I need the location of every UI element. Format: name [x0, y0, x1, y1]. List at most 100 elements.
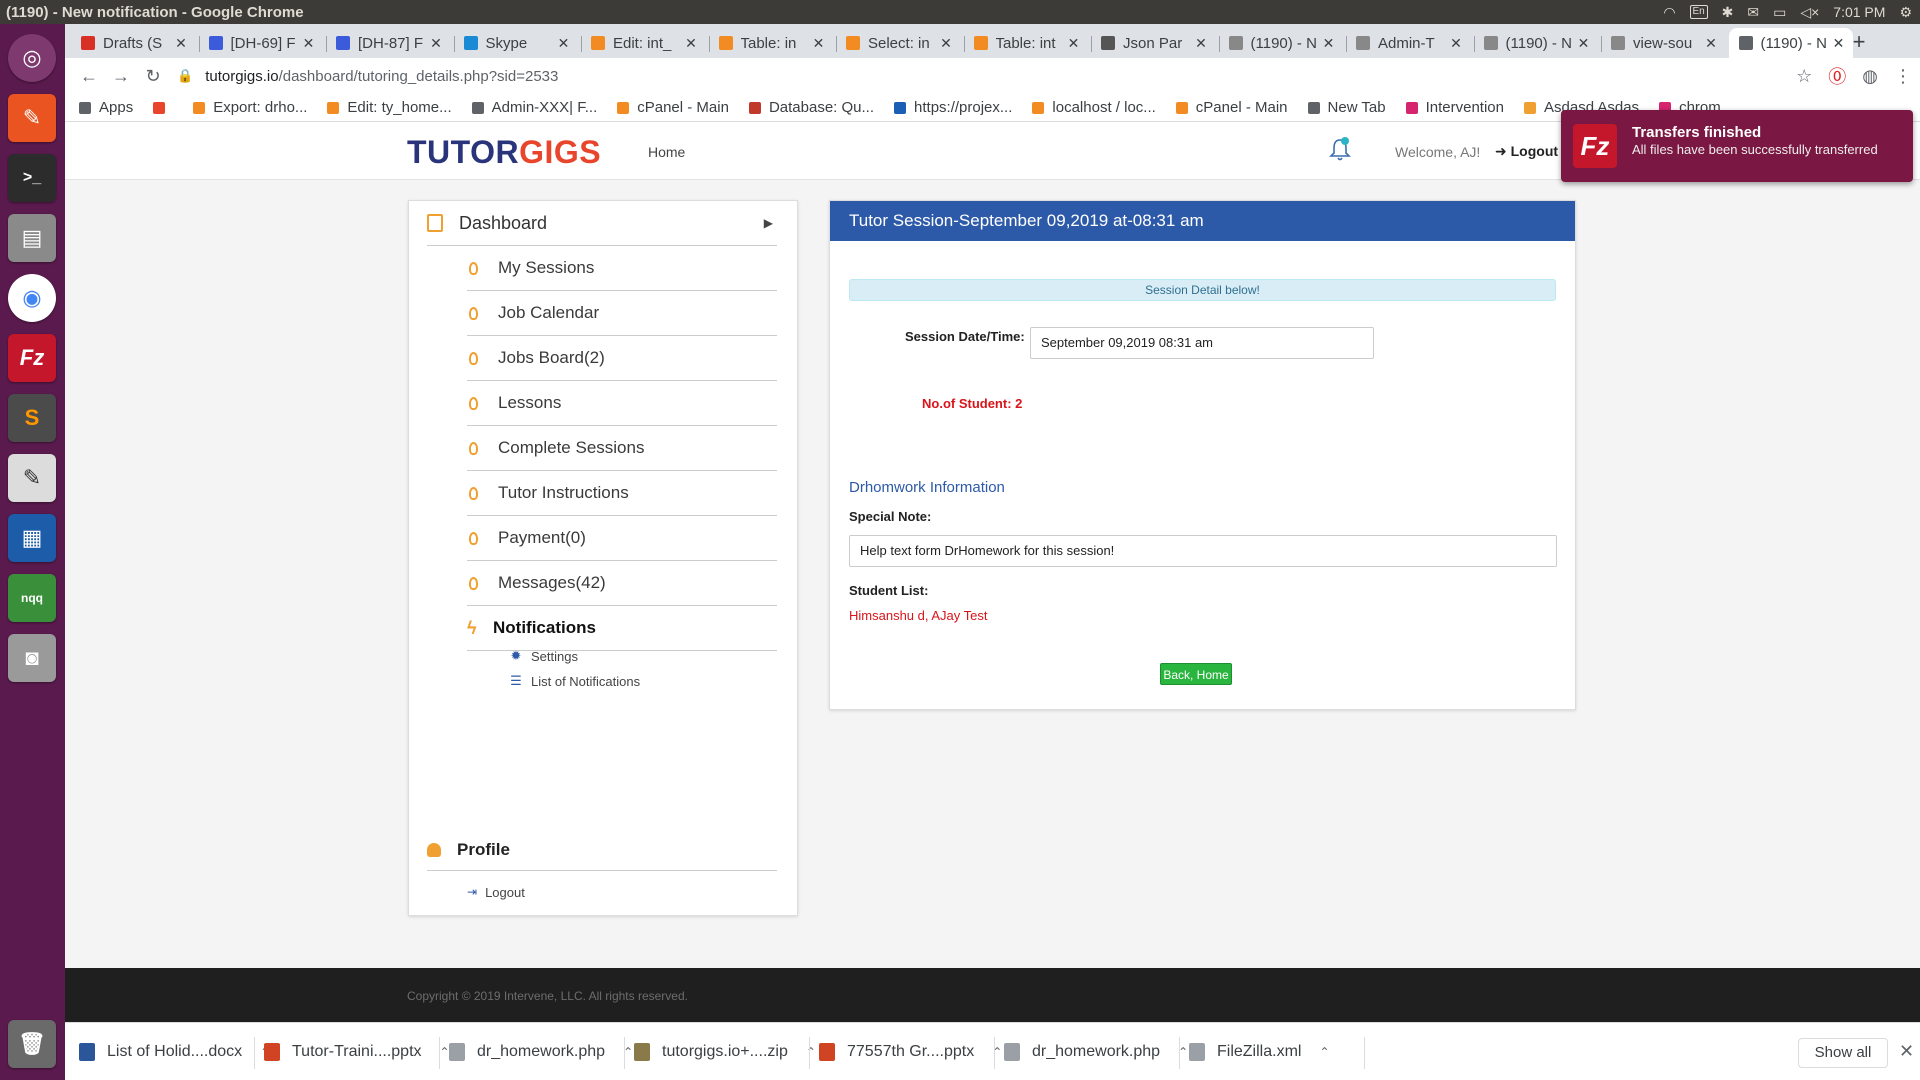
bookmark-4[interactable]: Admin-XXX| F... [471, 99, 597, 116]
tab-close-icon[interactable]: ✕ [811, 35, 827, 52]
sidebar-item-lessons[interactable]: Lessons [467, 381, 777, 426]
sidebar-item-tutor-instructions[interactable]: Tutor Instructions [467, 471, 777, 516]
session-datetime-field[interactable]: September 09,2019 08:31 am [1030, 327, 1374, 359]
tab-close-icon[interactable]: ✕ [1193, 35, 1209, 52]
bookmark-star-icon[interactable]: ☆ [1796, 66, 1812, 87]
tab-close-icon[interactable]: ✕ [1321, 35, 1337, 52]
download-item-3[interactable]: tutorgigs.io+....zip ⌃ [634, 1037, 816, 1067]
files-icon[interactable]: ▤ [8, 214, 56, 262]
keyboard-layout-indicator[interactable]: En [1689, 5, 1708, 19]
sidebar-subitem-settings[interactable]: ✹ Settings [509, 644, 578, 668]
header-logout-link[interactable]: ➜ Logout [1495, 143, 1558, 160]
special-note-field[interactable]: Help text form DrHomework for this sessi… [849, 535, 1557, 567]
sidebar-item-messages-42[interactable]: Messages(42) [467, 561, 777, 606]
wifi-icon[interactable]: ◠ [1663, 4, 1675, 21]
reload-button[interactable]: ↻ [137, 60, 169, 92]
tab-close-icon[interactable]: ✕ [556, 35, 572, 52]
terminal-icon[interactable]: >_ [8, 154, 56, 202]
screenshot-icon[interactable]: ◙ [8, 634, 56, 682]
notification-bell-icon[interactable] [1328, 136, 1352, 162]
show-all-button[interactable]: Show all [1798, 1038, 1888, 1068]
tab-5[interactable]: Table: in ✕ [709, 28, 833, 58]
trash-icon[interactable]: 🗑 [8, 1020, 56, 1068]
tab-8[interactable]: Json Par ✕ [1091, 28, 1215, 58]
sidebar-subitem-list-of-notifications[interactable]: ☰ List of Notifications [509, 669, 640, 693]
chevron-up-icon[interactable]: ⌃ [806, 1045, 816, 1059]
sidebar-logout-link[interactable]: ⇥ Logout [467, 881, 525, 903]
nav-home-link[interactable]: Home [648, 144, 685, 160]
bookmark-6[interactable]: Database: Qu... [748, 99, 874, 116]
sidebar-dashboard[interactable]: Dashboard ▶ [427, 201, 777, 246]
filezilla-icon[interactable]: Fz [8, 334, 56, 382]
writer-icon[interactable]: ▦ [8, 514, 56, 562]
tab-10[interactable]: Admin-T ✕ [1346, 28, 1470, 58]
new-tab-button[interactable]: + [1845, 28, 1873, 56]
address-bar[interactable]: 🔒 tutorgigs.io /dashboard/tutoring_detai… [177, 58, 558, 94]
bookmark-0[interactable]: Apps [79, 99, 133, 116]
settings-gear-icon[interactable]: ⚙ [1899, 4, 1912, 21]
bookmark-2[interactable]: Export: drho... [193, 99, 307, 116]
menu-icon[interactable]: ⋮ [1894, 66, 1912, 87]
tab-0[interactable]: Drafts (S ✕ [71, 28, 195, 58]
tab-13[interactable]: (1190) - N ✕ [1728, 28, 1853, 58]
download-item-6[interactable]: FileZilla.xml ⌃ [1189, 1037, 1330, 1067]
filezilla-notification[interactable]: Fz Transfers finished All files have bee… [1561, 110, 1913, 182]
download-item-4[interactable]: 77557th Gr....pptx ⌃ [819, 1037, 1002, 1067]
calc-app-icon[interactable]: nqq [8, 574, 56, 622]
tab-close-icon[interactable]: ✕ [1703, 35, 1719, 52]
bookmark-1[interactable] [153, 101, 173, 114]
color-picker-app-icon[interactable]: ✎ [8, 94, 56, 142]
bookmark-3[interactable]: Edit: ty_home... [327, 99, 452, 116]
clock[interactable]: 7:01 PM [1833, 4, 1885, 20]
back-button[interactable]: ← [73, 60, 105, 92]
chevron-up-icon[interactable]: ⌃ [1319, 1045, 1329, 1059]
bookmark-8[interactable]: localhost / loc... [1032, 99, 1156, 116]
back-home-button[interactable]: Back, Home [1160, 663, 1232, 685]
tab-close-icon[interactable]: ✕ [428, 35, 444, 52]
ubuntu-dash-icon[interactable]: ◎ [8, 34, 56, 82]
tab-7[interactable]: Table: int ✕ [964, 28, 1088, 58]
tab-12[interactable]: view-sou ✕ [1601, 28, 1725, 58]
bookmark-7[interactable]: https://projex... [894, 99, 1012, 116]
profile-avatar-icon[interactable]: ◍ [1862, 66, 1878, 87]
sidebar-item-my-sessions[interactable]: My Sessions [467, 246, 777, 291]
tab-close-icon[interactable]: ✕ [683, 35, 699, 52]
bookmark-9[interactable]: cPanel - Main [1175, 99, 1288, 116]
bookmark-5[interactable]: cPanel - Main [617, 99, 729, 116]
battery-icon[interactable]: ▭ [1773, 4, 1786, 21]
tab-4[interactable]: Edit: int_ ✕ [581, 28, 705, 58]
tab-1[interactable]: [DH-69] F ✕ [199, 28, 323, 58]
sidebar-item-payment-0[interactable]: Payment(0) [467, 516, 777, 561]
tab-close-icon[interactable]: ✕ [1576, 35, 1592, 52]
download-item-2[interactable]: dr_homework.php ⌃ [449, 1037, 633, 1067]
download-item-5[interactable]: dr_homework.php ⌃ [1004, 1037, 1188, 1067]
close-icon[interactable]: ✕ [1899, 1041, 1914, 1062]
tab-9[interactable]: (1190) - N ✕ [1219, 28, 1343, 58]
tab-close-icon[interactable]: ✕ [301, 35, 317, 52]
download-item-1[interactable]: Tutor-Traini....pptx ⌃ [264, 1037, 450, 1067]
forward-button[interactable]: → [105, 60, 137, 92]
chrome-icon[interactable]: ◉ [8, 274, 56, 322]
sidebar-item-complete-sessions[interactable]: Complete Sessions [467, 426, 777, 471]
bookmark-10[interactable]: New Tab [1307, 99, 1386, 116]
sidebar-item-job-calendar[interactable]: Job Calendar [467, 291, 777, 336]
sidebar-profile-heading[interactable]: Profile [427, 829, 777, 871]
volume-icon[interactable]: ◁× [1800, 4, 1819, 21]
bluetooth-icon[interactable]: ✱ [1722, 4, 1734, 21]
site-logo[interactable]: TUTORGIGS [407, 134, 601, 171]
tab-6[interactable]: Select: in ✕ [836, 28, 960, 58]
mail-icon[interactable]: ✉ [1747, 4, 1759, 21]
tab-11[interactable]: (1190) - N ✕ [1474, 28, 1598, 58]
text-editor-icon[interactable]: ✎ [8, 454, 56, 502]
tab-close-icon[interactable]: ✕ [938, 35, 954, 52]
opera-extension-icon[interactable]: ⓪ [1828, 63, 1846, 89]
tab-3[interactable]: Skype ✕ [454, 28, 578, 58]
bookmark-11[interactable]: Intervention [1405, 99, 1504, 116]
sublime-text-icon[interactable]: S [8, 394, 56, 442]
tab-close-icon[interactable]: ✕ [173, 35, 189, 52]
tab-close-icon[interactable]: ✕ [1066, 35, 1082, 52]
tab-close-icon[interactable]: ✕ [1448, 35, 1464, 52]
tab-2[interactable]: [DH-87] F ✕ [326, 28, 450, 58]
download-item-0[interactable]: List of Holid....docx⌃ [79, 1037, 270, 1067]
sidebar-item-jobs-board-2[interactable]: Jobs Board(2) [467, 336, 777, 381]
